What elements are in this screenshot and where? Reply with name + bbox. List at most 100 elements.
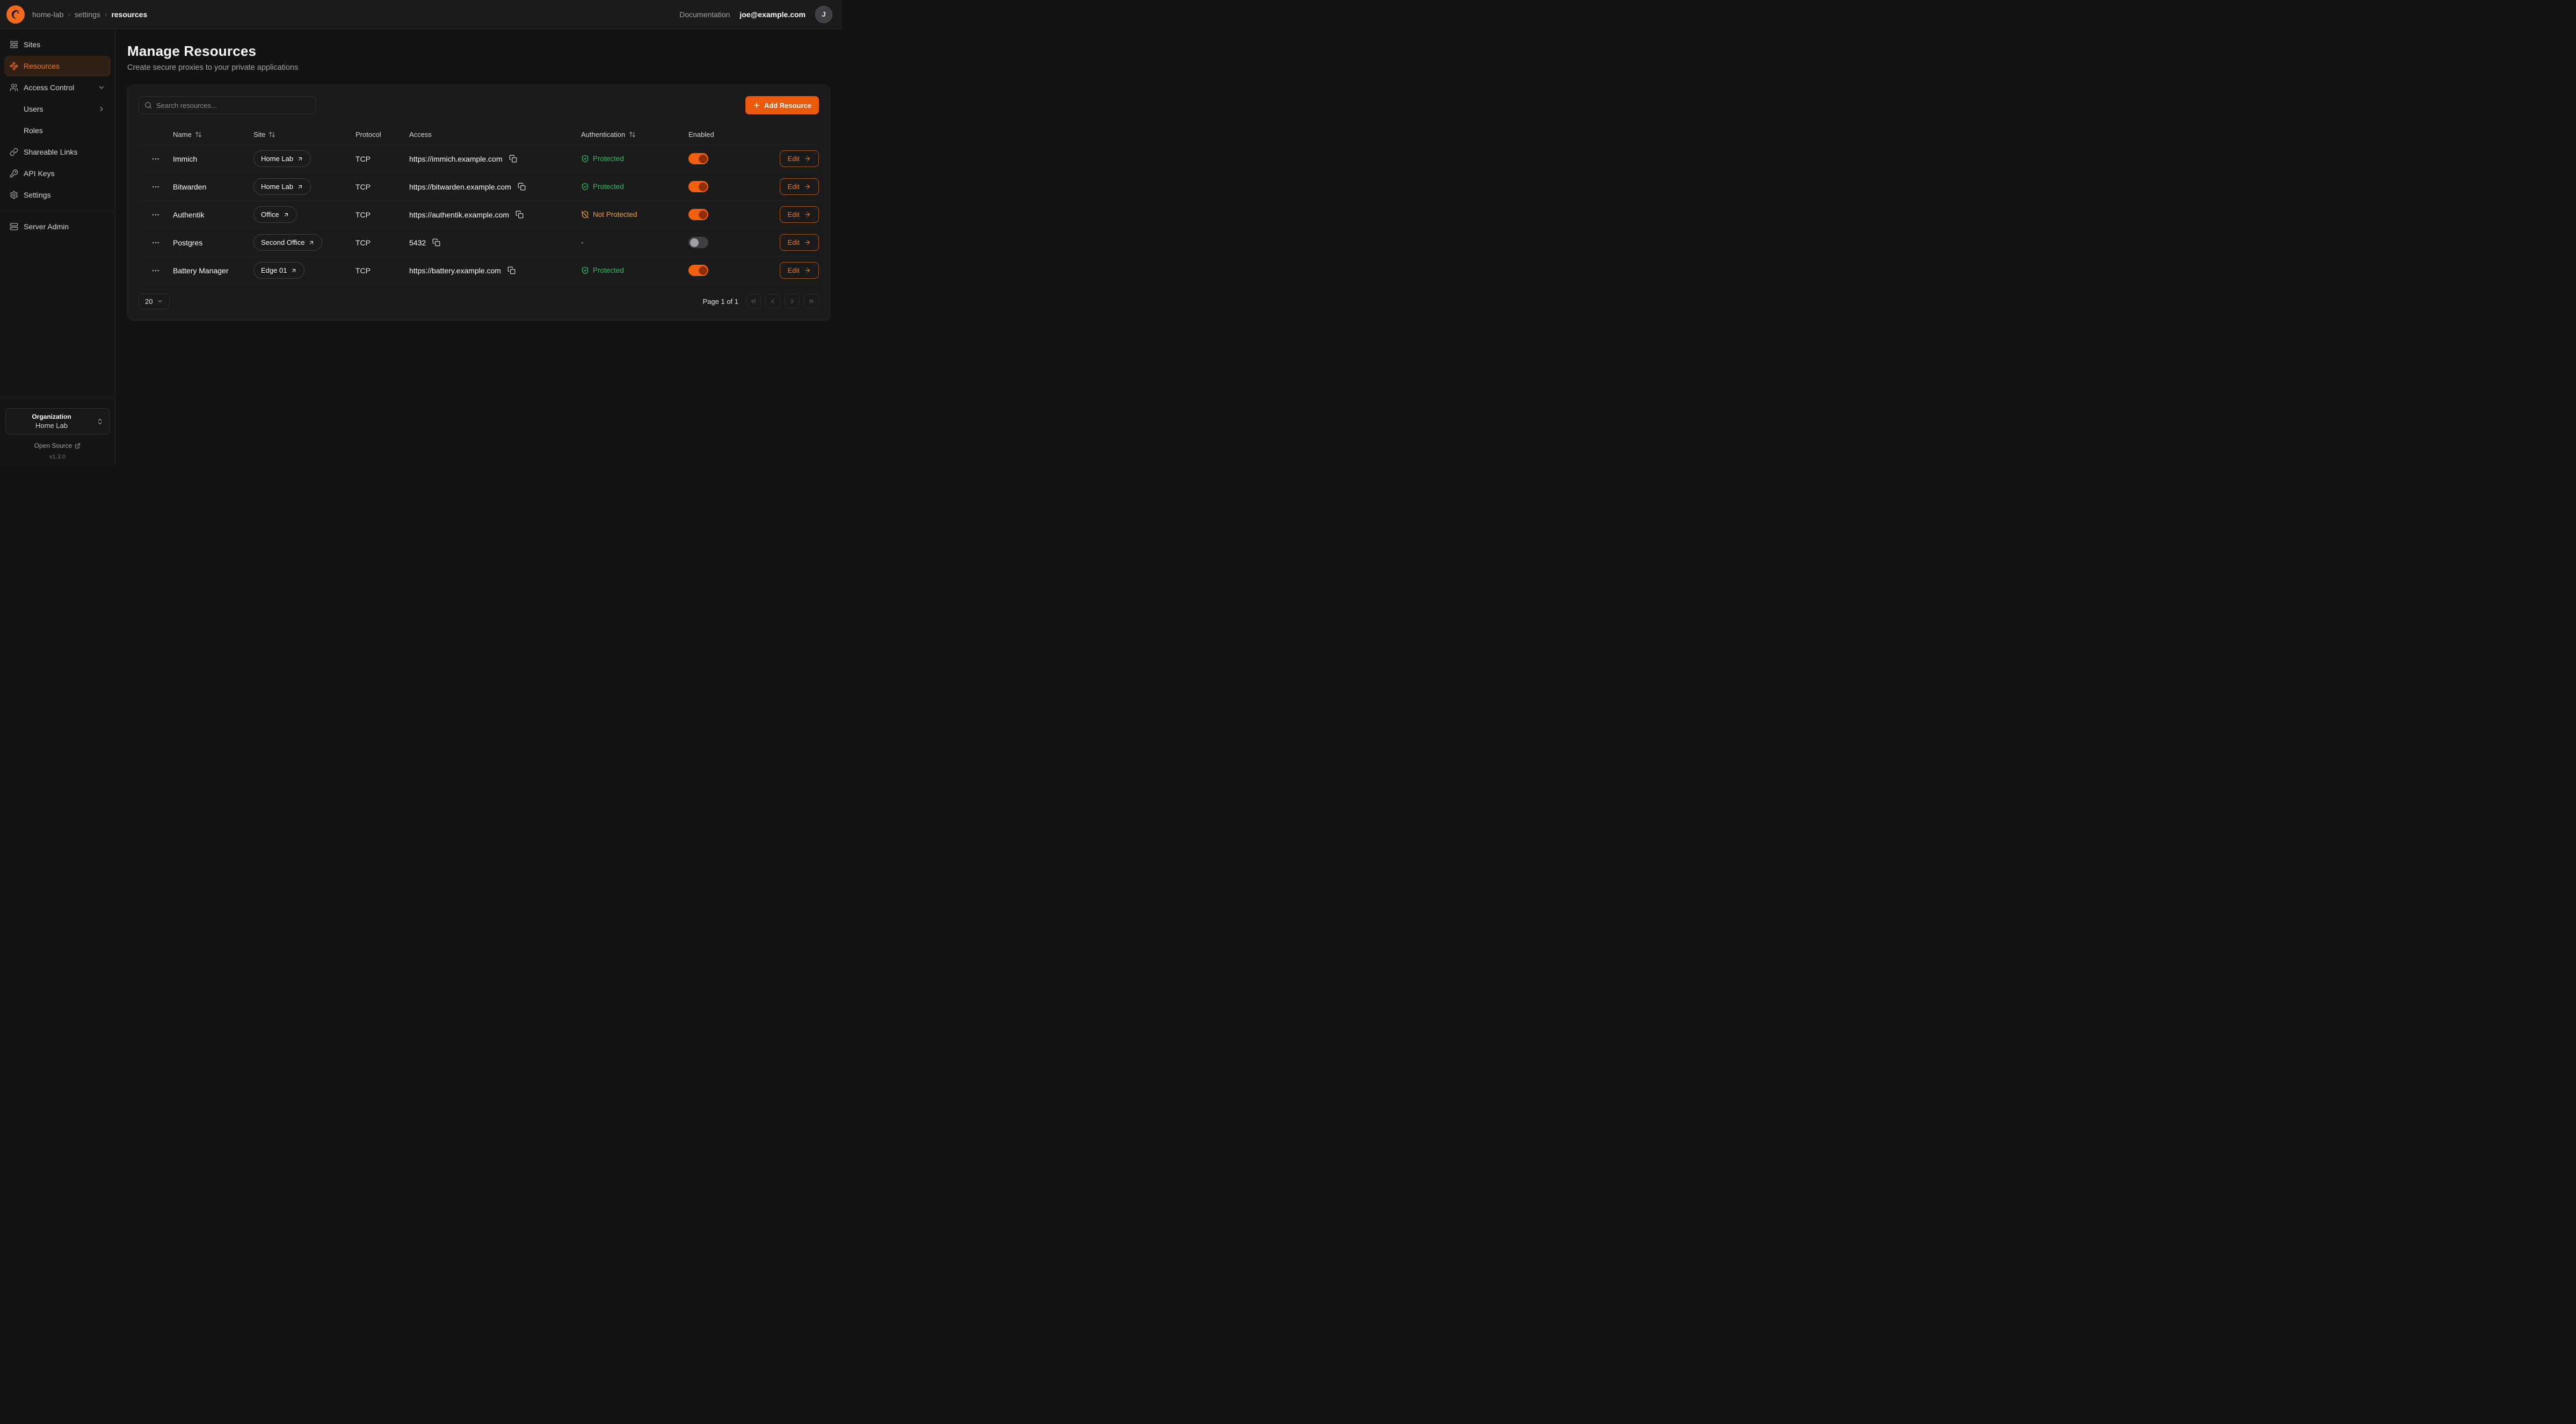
header-label: Name [173, 130, 192, 139]
table-bottom-border [139, 284, 819, 285]
enabled-toggle[interactable] [688, 209, 708, 220]
users-icon [10, 83, 18, 92]
header-authentication[interactable]: Authentication [581, 130, 688, 139]
add-resource-label: Add Resource [764, 101, 811, 110]
sidebar-item-label: API Keys [24, 169, 55, 178]
copy-button[interactable] [514, 209, 525, 220]
external-link-icon [75, 443, 81, 449]
row-menu-button[interactable] [149, 180, 162, 193]
page-size-select[interactable]: 20 [139, 293, 170, 309]
copy-icon [509, 155, 517, 163]
auth-status: - [581, 238, 688, 246]
resource-name: Bitwarden [173, 183, 206, 191]
header-enabled: Enabled [688, 130, 764, 139]
header-label: Protocol [355, 130, 381, 139]
resource-name: Battery Manager [173, 266, 229, 275]
row-menu-button[interactable] [149, 208, 162, 221]
access-value: https://immich.example.com [409, 155, 503, 163]
org-selector-value: Home Lab [11, 422, 92, 430]
arrow-right-icon [804, 155, 811, 162]
sidebar-admin-nav: Server Admin [0, 216, 115, 237]
ellipsis-icon [151, 183, 160, 191]
topbar: home-lab › settings › resources Document… [0, 0, 842, 29]
breadcrumb-current: resources [111, 10, 147, 19]
sidebar-item-sites[interactable]: Sites [4, 34, 111, 55]
chevron-right-icon [788, 297, 796, 305]
first-page-button[interactable] [746, 294, 761, 309]
protocol-value: TCP [355, 183, 371, 191]
edit-button[interactable]: Edit [780, 178, 819, 195]
ellipsis-icon [151, 210, 160, 219]
auth-status: Protected [581, 155, 688, 163]
copy-button[interactable] [517, 181, 527, 192]
add-resource-button[interactable]: Add Resource [745, 96, 819, 114]
row-menu-button[interactable] [149, 236, 162, 249]
site-name: Second Office [261, 238, 304, 246]
auth-label: Not Protected [593, 210, 637, 219]
header-label: Authentication [581, 130, 625, 139]
documentation-link[interactable]: Documentation [679, 10, 730, 19]
sidebar-item-resources[interactable]: Resources [4, 56, 111, 76]
chevron-down-icon [98, 84, 105, 91]
app-logo-icon[interactable] [6, 5, 25, 24]
org-selector[interactable]: Organization Home Lab [5, 408, 110, 434]
gear-icon [10, 191, 18, 199]
avatar[interactable]: J [815, 6, 832, 23]
copy-button[interactable] [431, 237, 441, 248]
enabled-toggle[interactable] [688, 181, 708, 192]
row-menu-button[interactable] [149, 152, 162, 165]
enabled-toggle[interactable] [688, 265, 708, 276]
copy-button[interactable] [506, 265, 517, 275]
site-name: Edge 01 [261, 266, 287, 274]
main-content: Manage Resources Create secure proxies t… [115, 29, 842, 466]
site-link-button[interactable]: Office [253, 206, 297, 223]
plus-icon [753, 101, 760, 109]
edit-label: Edit [788, 266, 800, 274]
enabled-toggle[interactable] [688, 153, 708, 164]
header-site[interactable]: Site [253, 130, 355, 139]
search-input[interactable] [156, 101, 310, 110]
sidebar-item-shareable-links[interactable]: Shareable Links [4, 142, 111, 162]
sidebar-item-label: Shareable Links [24, 148, 77, 156]
edit-button[interactable]: Edit [780, 150, 819, 167]
auth-label: Protected [593, 266, 624, 274]
sidebar-item-server-admin[interactable]: Server Admin [4, 216, 111, 237]
sidebar-item-roles[interactable]: Roles [4, 120, 111, 141]
auth-label: Protected [593, 183, 624, 191]
breadcrumb-separator-icon: › [105, 10, 107, 18]
breadcrumb-org[interactable]: home-lab [32, 10, 63, 19]
edit-button[interactable]: Edit [780, 206, 819, 223]
site-link-button[interactable]: Home Lab [253, 178, 311, 195]
site-link-button[interactable]: Second Office [253, 234, 322, 251]
copy-button[interactable] [508, 154, 518, 164]
arrow-right-icon [804, 183, 811, 190]
sidebar-item-access-control[interactable]: Access Control [4, 77, 111, 98]
access-value: 5432 [409, 238, 426, 247]
sidebar-item-users[interactable]: Users [4, 99, 111, 119]
auth-status: Not Protected [581, 210, 688, 219]
site-link-button[interactable]: Home Lab [253, 150, 311, 167]
table-header: Name Site Protocol [139, 124, 819, 144]
site-link-button[interactable]: Edge 01 [253, 262, 304, 279]
server-icon [10, 222, 18, 231]
copy-icon [507, 266, 516, 274]
sidebar-item-api-keys[interactable]: API Keys [4, 163, 111, 184]
row-menu-button[interactable] [149, 264, 162, 277]
table-footer: 20 Page 1 of 1 [139, 293, 819, 309]
sort-icon [269, 131, 275, 138]
last-page-button[interactable] [804, 294, 819, 309]
edit-button[interactable]: Edit [780, 234, 819, 251]
prev-page-button[interactable] [765, 294, 780, 309]
breadcrumb-settings[interactable]: settings [75, 10, 100, 19]
open-source-link[interactable]: Open Source [34, 442, 81, 449]
external-arrow-icon [308, 239, 315, 246]
enabled-toggle[interactable] [688, 237, 708, 248]
sidebar-item-label: Sites [24, 40, 40, 49]
sidebar-item-settings[interactable]: Settings [4, 185, 111, 205]
edit-button[interactable]: Edit [780, 262, 819, 279]
user-email[interactable]: joe@example.com [739, 10, 806, 19]
next-page-button[interactable] [785, 294, 800, 309]
header-name[interactable]: Name [173, 130, 253, 139]
protocol-value: TCP [355, 210, 371, 219]
header-label: Site [253, 130, 265, 139]
